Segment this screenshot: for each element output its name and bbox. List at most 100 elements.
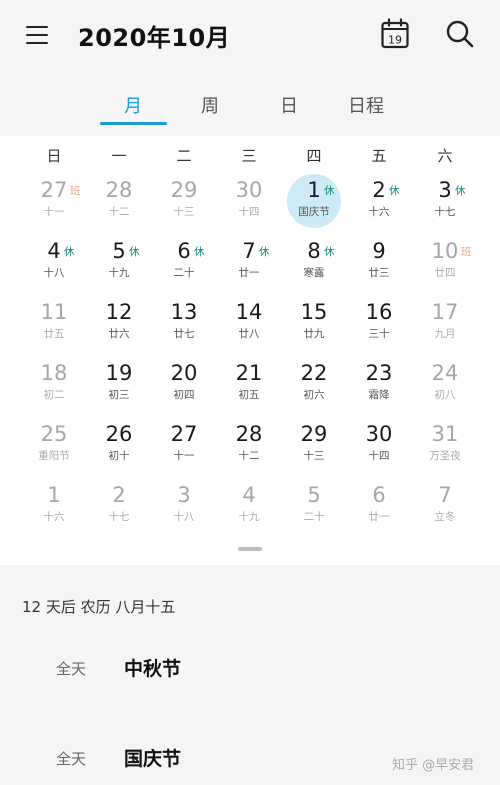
lunar-date: 十四 xyxy=(238,206,260,218)
lunar-date: 廿三 xyxy=(368,267,390,279)
lunar-date: 霜降 xyxy=(368,389,390,401)
day-cell[interactable]: 4 十八休 xyxy=(27,235,81,289)
view-tabs: 月 周 日 日程 xyxy=(0,80,500,126)
calendar-icon-day: 19 xyxy=(388,34,402,47)
weekday-header: 三 xyxy=(241,147,257,165)
lunar-date: 初四 xyxy=(173,389,195,401)
lunar-date: 万圣夜 xyxy=(429,450,461,462)
day-cell[interactable]: 3 十七休 xyxy=(418,174,472,228)
day-cell[interactable]: 29 十三 xyxy=(157,174,211,228)
day-cell[interactable]: 30 十四 xyxy=(352,418,406,472)
lunar-date: 十四 xyxy=(368,450,390,462)
day-cell[interactable]: 2 十七 xyxy=(92,479,146,533)
day-cell[interactable]: 5 十九休 xyxy=(92,235,146,289)
day-cell[interactable]: 23 霜降 xyxy=(352,357,406,411)
day-cell[interactable]: 13 廿七 xyxy=(157,296,211,350)
holiday-badge: 休 xyxy=(324,185,335,197)
day-cell[interactable]: 1 十六 xyxy=(27,479,81,533)
day-cell[interactable]: 6 廿一 xyxy=(352,479,406,533)
lunar-date: 十二 xyxy=(108,206,130,218)
calendar-icon[interactable]: 19 xyxy=(380,18,410,50)
day-cell[interactable]: 14 廿八 xyxy=(222,296,276,350)
day-cell[interactable]: 24 初八 xyxy=(418,357,472,411)
day-number: 27 xyxy=(170,422,198,446)
expand-handle[interactable] xyxy=(238,547,262,551)
day-cell[interactable]: 6 二十休 xyxy=(157,235,211,289)
day-number: 25 xyxy=(40,422,68,446)
day-cell[interactable]: 18 初二 xyxy=(27,357,81,411)
lunar-date: 初八 xyxy=(434,389,456,401)
day-cell[interactable]: 25 重阳节 xyxy=(27,418,81,472)
menu-icon[interactable] xyxy=(22,22,52,48)
day-cell[interactable]: 17 九月 xyxy=(418,296,472,350)
lunar-date: 初五 xyxy=(238,389,260,401)
day-cell[interactable]: 30 十四 xyxy=(222,174,276,228)
lunar-date: 廿九 xyxy=(303,328,325,340)
day-cell[interactable]: 2 十六休 xyxy=(352,174,406,228)
lunar-date: 廿八 xyxy=(238,328,260,340)
day-number: 6 xyxy=(372,483,386,507)
day-cell[interactable]: 7 廿一休 xyxy=(222,235,276,289)
day-number: 21 xyxy=(235,361,263,385)
day-cell[interactable]: 3 十八 xyxy=(157,479,211,533)
day-cell[interactable]: 21 初五 xyxy=(222,357,276,411)
lunar-date: 十三 xyxy=(173,206,195,218)
day-cell[interactable]: 8 寒露休 xyxy=(287,235,341,289)
lunar-date: 十六 xyxy=(43,511,65,523)
day-cell[interactable]: 26 初十 xyxy=(92,418,146,472)
lunar-date: 十二 xyxy=(238,450,260,462)
lunar-date: 廿一 xyxy=(368,511,390,523)
day-number: 7 xyxy=(438,483,452,507)
day-cell[interactable]: 27 十一班 xyxy=(27,174,81,228)
tab-month[interactable]: 月 xyxy=(93,92,173,118)
day-cell[interactable]: 7 立冬 xyxy=(418,479,472,533)
top-bar: 2020年10月 19 xyxy=(0,0,500,72)
day-cell[interactable]: 31 万圣夜 xyxy=(418,418,472,472)
tab-schedule[interactable]: 日程 xyxy=(326,92,406,118)
active-tab-indicator xyxy=(100,122,167,125)
day-cell[interactable]: 28 十二 xyxy=(222,418,276,472)
day-cell[interactable]: 11 廿五 xyxy=(27,296,81,350)
holiday-badge: 休 xyxy=(389,185,400,197)
event-item[interactable]: 全天 中秋节 xyxy=(0,644,500,694)
tab-day[interactable]: 日 xyxy=(249,92,329,118)
holiday-badge: 休 xyxy=(455,185,466,197)
day-cell[interactable]: 9 廿三 xyxy=(352,235,406,289)
search-icon[interactable] xyxy=(444,18,476,50)
day-number: 29 xyxy=(300,422,328,446)
day-number: 13 xyxy=(170,300,198,324)
day-cell[interactable]: 22 初六 xyxy=(287,357,341,411)
tab-week[interactable]: 周 xyxy=(170,92,250,118)
workday-badge: 班 xyxy=(70,185,81,197)
weekday-header: 四 xyxy=(306,147,322,165)
lunar-date: 十九 xyxy=(108,267,130,279)
day-cell[interactable]: 16 三十 xyxy=(352,296,406,350)
day-cell[interactable]: 4 十九 xyxy=(222,479,276,533)
weekday-header: 一 xyxy=(111,147,127,165)
day-number: 29 xyxy=(170,178,198,202)
day-cell[interactable]: 28 十二 xyxy=(92,174,146,228)
day-number: 2 xyxy=(112,483,126,507)
day-number: 15 xyxy=(300,300,328,324)
day-cell[interactable]: 19 初三 xyxy=(92,357,146,411)
day-cell[interactable]: 5 二十 xyxy=(287,479,341,533)
day-number: 9 xyxy=(372,239,386,263)
lunar-date: 国庆节 xyxy=(298,206,330,218)
watermark: 知乎 @早安君 xyxy=(392,758,475,773)
holiday-badge: 休 xyxy=(324,246,335,258)
lunar-date: 二十 xyxy=(173,267,195,279)
month-title[interactable]: 2020年10月 xyxy=(78,18,230,53)
lunar-date: 廿六 xyxy=(108,328,130,340)
day-number: 1 xyxy=(47,483,61,507)
day-cell[interactable]: 20 初四 xyxy=(157,357,211,411)
weekday-header: 二 xyxy=(176,147,192,165)
day-cell[interactable]: 10 廿四班 xyxy=(418,235,472,289)
day-cell[interactable]: 27 十一 xyxy=(157,418,211,472)
day-cell-today[interactable]: 1 国庆节休 xyxy=(287,174,341,228)
lunar-date: 廿七 xyxy=(173,328,195,340)
day-number: 11 xyxy=(40,300,68,324)
day-cell[interactable]: 15 廿九 xyxy=(287,296,341,350)
day-cell[interactable]: 12 廿六 xyxy=(92,296,146,350)
day-cell[interactable]: 29 十三 xyxy=(287,418,341,472)
lunar-date: 三十 xyxy=(368,328,390,340)
